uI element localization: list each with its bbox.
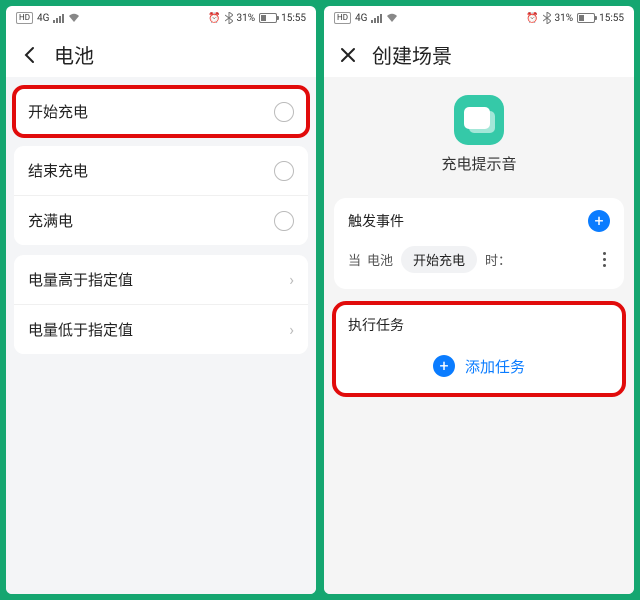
battery-pct: 31%: [237, 13, 256, 24]
battery-pct: 31%: [555, 13, 574, 24]
add-trigger-button[interactable]: +: [588, 210, 610, 232]
phone-right: HD 4G ⏰ 31% 15:55 创建场景 充电提示音 触发事件 +: [324, 6, 634, 594]
scene-icon[interactable]: [454, 95, 504, 145]
time-label: 15:55: [599, 13, 624, 24]
scene-name[interactable]: 充电提示音: [324, 153, 634, 174]
bluetooth-icon: [225, 12, 233, 24]
alarm-icon: ⏰: [208, 13, 220, 24]
add-task-label: 添加任务: [465, 356, 525, 377]
option-above-level[interactable]: 电量高于指定值 ›: [14, 255, 308, 304]
battery-icon: [577, 13, 595, 23]
list-card-3: 电量高于指定值 › 电量低于指定值 ›: [14, 255, 308, 354]
back-button[interactable]: [20, 45, 40, 65]
hd-badge: HD: [334, 12, 351, 24]
option-label: 电量高于指定值: [28, 269, 133, 290]
option-start-charging[interactable]: 开始充电: [14, 87, 308, 136]
option-label: 充满电: [28, 210, 73, 231]
plus-icon: +: [433, 355, 455, 377]
trigger-condition-row[interactable]: 当 电池 开始充电 时：: [348, 242, 610, 277]
when-label: 当: [348, 250, 361, 269]
list-card-2: 结束充电 充满电: [14, 146, 308, 245]
time-label: 15:55: [281, 13, 306, 24]
option-label: 结束充电: [28, 160, 88, 181]
close-button[interactable]: [338, 45, 358, 65]
trigger-section: 触发事件 + 当 电池 开始充电 时：: [334, 198, 624, 289]
wifi-icon: [386, 13, 398, 23]
battery-icon: [259, 13, 277, 23]
scene-content: 充电提示音 触发事件 + 当 电池 开始充电 时： 执行任务 + 添加任务: [324, 77, 634, 594]
trigger-suffix: 时：: [485, 250, 511, 269]
radio-icon: [274, 161, 294, 181]
net-label: 4G: [37, 13, 49, 24]
trigger-category: 电池: [367, 250, 393, 269]
page-title: 创建场景: [372, 40, 452, 69]
hd-badge: HD: [16, 12, 33, 24]
option-label: 开始充电: [28, 101, 88, 122]
tasks-title: 执行任务: [348, 315, 404, 335]
status-bar: HD 4G ⏰ 31% 15:55: [324, 6, 634, 30]
chevron-right-icon: ›: [289, 320, 294, 339]
add-task-button[interactable]: + 添加任务: [348, 341, 610, 391]
chevron-right-icon: ›: [289, 270, 294, 289]
net-label: 4G: [355, 13, 367, 24]
wifi-icon: [68, 13, 80, 23]
phone-left: HD 4G ⏰ 31% 15:55 电池 开始充电 结束充电: [6, 6, 316, 594]
bluetooth-icon: [543, 12, 551, 24]
list-card-1: 开始充电: [14, 87, 308, 136]
header: 创建场景: [324, 30, 634, 77]
trigger-title: 触发事件: [348, 211, 404, 231]
radio-icon: [274, 211, 294, 231]
signal-icon: [53, 14, 64, 23]
option-full-charge[interactable]: 充满电: [14, 195, 308, 245]
header: 电池: [6, 30, 316, 77]
status-bar: HD 4G ⏰ 31% 15:55: [6, 6, 316, 30]
more-menu-icon[interactable]: [599, 252, 610, 267]
option-stop-charging[interactable]: 结束充电: [14, 146, 308, 195]
tasks-section: 执行任务 + 添加任务: [334, 303, 624, 395]
signal-icon: [371, 14, 382, 23]
alarm-icon: ⏰: [526, 13, 538, 24]
list-content: 开始充电 结束充电 充满电 电量高于指定值 ›: [6, 77, 316, 594]
page-title: 电池: [54, 40, 94, 69]
option-label: 电量低于指定值: [28, 319, 133, 340]
trigger-value-chip[interactable]: 开始充电: [401, 246, 477, 273]
radio-icon: [274, 102, 294, 122]
option-below-level[interactable]: 电量低于指定值 ›: [14, 304, 308, 354]
